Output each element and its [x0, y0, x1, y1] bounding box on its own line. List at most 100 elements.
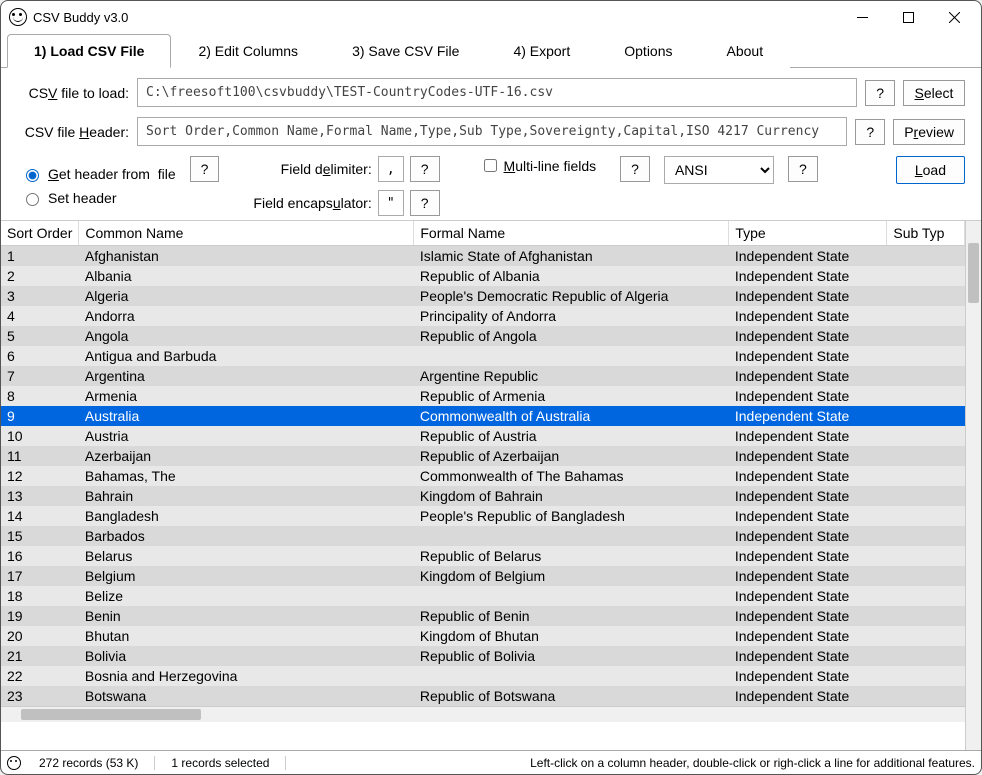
app-window: CSV Buddy v3.0 1) Load CSV File2) Edit C…: [0, 0, 982, 775]
cell-common: Antigua and Barbuda: [79, 346, 414, 366]
header-mode-help-button[interactable]: ?: [190, 156, 220, 182]
encapsulator-input[interactable]: [378, 190, 404, 216]
table-row[interactable]: 20BhutanKingdom of BhutanIndependent Sta…: [1, 626, 965, 646]
table-row[interactable]: 18BelizeIndependent State: [1, 586, 965, 606]
table-row[interactable]: 16BelarusRepublic of BelarusIndependent …: [1, 546, 965, 566]
cell-type: Independent State: [729, 306, 887, 326]
cell-formal: Kingdom of Belgium: [414, 566, 729, 586]
select-button[interactable]: Select: [903, 80, 965, 106]
delimiter-label: Field delimiter:: [253, 161, 371, 177]
get-header-radio[interactable]: Get header from file: [21, 166, 176, 182]
maximize-button[interactable]: [885, 2, 931, 32]
table-row[interactable]: 7ArgentinaArgentine RepublicIndependent …: [1, 366, 965, 386]
cell-sort: 11: [1, 446, 79, 466]
maximize-icon: [903, 12, 914, 23]
table-row[interactable]: 11AzerbaijanRepublic of AzerbaijanIndepe…: [1, 446, 965, 466]
table-row[interactable]: 1AfghanistanIslamic State of Afghanistan…: [1, 246, 965, 267]
cell-formal: People's Democratic Republic of Algeria: [414, 286, 729, 306]
cell-subtype: [887, 326, 965, 346]
cell-sort: 12: [1, 466, 79, 486]
set-header-radio[interactable]: Set header: [21, 190, 176, 206]
cell-sort: 22: [1, 666, 79, 686]
table-row[interactable]: 4AndorraPrincipality of AndorraIndepende…: [1, 306, 965, 326]
minimize-button[interactable]: [839, 2, 885, 32]
header-help-button[interactable]: ?: [855, 119, 885, 145]
encoding-select[interactable]: ANSI: [664, 156, 774, 184]
cell-sort: 10: [1, 426, 79, 446]
cell-sort: 14: [1, 506, 79, 526]
tab-0[interactable]: 1) Load CSV File: [7, 34, 171, 68]
cell-subtype: [887, 466, 965, 486]
encapsulator-label: Field encapsulator:: [253, 195, 371, 211]
file-help-button[interactable]: ?: [865, 80, 895, 106]
cell-type: Independent State: [729, 326, 887, 346]
horizontal-scrollbar[interactable]: [1, 706, 965, 722]
status-bar: 272 records (53 K) 1 records selected Le…: [1, 750, 981, 774]
column-header[interactable]: Sort Order: [1, 221, 79, 246]
h-scroll-thumb[interactable]: [21, 709, 201, 720]
cell-formal: People's Republic of Bangladesh: [414, 506, 729, 526]
load-button[interactable]: Load: [896, 156, 965, 184]
table-row[interactable]: 6Antigua and BarbudaIndependent State: [1, 346, 965, 366]
cell-common: Belize: [79, 586, 414, 606]
table-row[interactable]: 5AngolaRepublic of AngolaIndependent Sta…: [1, 326, 965, 346]
column-header[interactable]: Common Name: [79, 221, 414, 246]
cell-subtype: [887, 366, 965, 386]
cell-formal: [414, 346, 729, 366]
titlebar: CSV Buddy v3.0: [1, 1, 981, 33]
table-scroll[interactable]: Sort OrderCommon NameFormal NameTypeSub …: [1, 221, 965, 750]
column-header[interactable]: Formal Name: [414, 221, 729, 246]
cell-subtype: [887, 506, 965, 526]
table-row[interactable]: 8ArmeniaRepublic of ArmeniaIndependent S…: [1, 386, 965, 406]
cell-subtype: [887, 526, 965, 546]
tab-2[interactable]: 3) Save CSV File: [325, 34, 486, 68]
cell-formal: Republic of Botswana: [414, 686, 729, 706]
table-row[interactable]: 3AlgeriaPeople's Democratic Republic of …: [1, 286, 965, 306]
tab-4[interactable]: Options: [597, 34, 699, 68]
tab-1[interactable]: 2) Edit Columns: [171, 34, 325, 68]
table-row[interactable]: 13BahrainKingdom of BahrainIndependent S…: [1, 486, 965, 506]
header-input[interactable]: [137, 117, 847, 146]
encoding-help-button[interactable]: ?: [788, 156, 818, 182]
cell-common: Benin: [79, 606, 414, 626]
vertical-scrollbar[interactable]: [965, 221, 981, 750]
table-row[interactable]: 23BotswanaRepublic of BotswanaIndependen…: [1, 686, 965, 706]
cell-sort: 13: [1, 486, 79, 506]
table-row[interactable]: 17BelgiumKingdom of BelgiumIndependent S…: [1, 566, 965, 586]
preview-button[interactable]: Preview: [893, 119, 965, 145]
tab-3[interactable]: 4) Export: [486, 34, 597, 68]
close-button[interactable]: [931, 2, 977, 32]
cell-common: Australia: [79, 406, 414, 426]
cell-type: Independent State: [729, 366, 887, 386]
table-row[interactable]: 14BangladeshPeople's Republic of Banglad…: [1, 506, 965, 526]
tab-5[interactable]: About: [700, 34, 791, 68]
tab-bar: 1) Load CSV File2) Edit Columns3) Save C…: [1, 33, 981, 68]
cell-type: Independent State: [729, 266, 887, 286]
delimiter-input[interactable]: [378, 156, 404, 182]
column-header[interactable]: Sub Typ: [887, 221, 965, 246]
cell-formal: Commonwealth of The Bahamas: [414, 466, 729, 486]
header-label: CSV file Header:: [17, 124, 129, 140]
v-scroll-thumb[interactable]: [968, 243, 979, 303]
delimiter-help-button[interactable]: ?: [410, 156, 440, 182]
table-row[interactable]: 10AustriaRepublic of AustriaIndependent …: [1, 426, 965, 446]
cell-formal: Principality of Andorra: [414, 306, 729, 326]
cell-type: Independent State: [729, 526, 887, 546]
multiline-help-button[interactable]: ?: [620, 156, 650, 182]
table-row[interactable]: 19BeninRepublic of BeninIndependent Stat…: [1, 606, 965, 626]
table-row[interactable]: 15BarbadosIndependent State: [1, 526, 965, 546]
cell-sort: 15: [1, 526, 79, 546]
cell-type: Independent State: [729, 246, 887, 267]
table-row[interactable]: 22Bosnia and HerzegovinaIndependent Stat…: [1, 666, 965, 686]
cell-type: Independent State: [729, 546, 887, 566]
file-path-input[interactable]: [137, 78, 857, 107]
status-icon: [7, 756, 21, 770]
table-row[interactable]: 2AlbaniaRepublic of AlbaniaIndependent S…: [1, 266, 965, 286]
cell-subtype: [887, 346, 965, 366]
table-row[interactable]: 21BoliviaRepublic of BoliviaIndependent …: [1, 646, 965, 666]
table-row[interactable]: 9AustraliaCommonwealth of AustraliaIndep…: [1, 406, 965, 426]
table-row[interactable]: 12Bahamas, TheCommonwealth of The Bahama…: [1, 466, 965, 486]
multiline-checkbox[interactable]: Multi-line fields: [480, 156, 597, 175]
encapsulator-help-button[interactable]: ?: [410, 190, 440, 216]
column-header[interactable]: Type: [729, 221, 887, 246]
